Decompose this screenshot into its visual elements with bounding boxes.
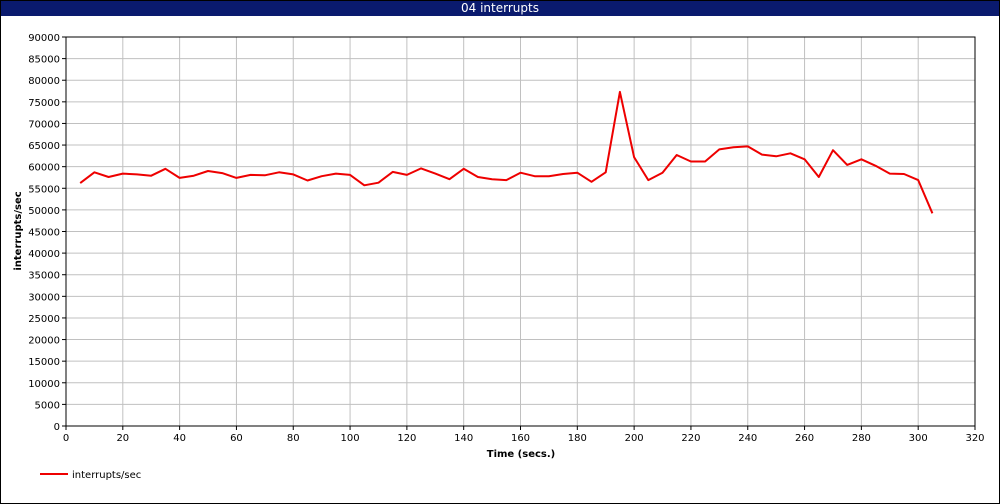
x-tick-label: 100 xyxy=(341,433,360,444)
x-tick-label: 240 xyxy=(738,433,757,444)
x-tick-label: 140 xyxy=(454,433,473,444)
y-tick-label: 30000 xyxy=(28,292,60,303)
y-tick-label: 55000 xyxy=(28,184,60,195)
legend: interrupts/sec xyxy=(40,470,141,481)
y-tick-label: 25000 xyxy=(28,314,60,325)
x-tick-label: 80 xyxy=(287,433,300,444)
x-tick-label: 0 xyxy=(63,433,69,444)
y-tick-label: 0 xyxy=(54,422,60,433)
y-tick-label: 35000 xyxy=(28,271,60,282)
legend-label: interrupts/sec xyxy=(72,470,141,481)
x-tick-label: 220 xyxy=(681,433,700,444)
x-tick-label: 40 xyxy=(173,433,186,444)
x-tick-label: 60 xyxy=(230,433,243,444)
x-tick-label: 20 xyxy=(116,433,129,444)
y-tick-label: 50000 xyxy=(28,206,60,217)
x-tick-label: 280 xyxy=(852,433,871,444)
chart-window: 04 interrupts 0 20 40 60 80 100 120 140 160 180 20… xyxy=(0,0,1000,504)
chart-canvas: 0 20 40 60 80 100 120 140 160 180 200 220 240 260 280 3… xyxy=(13,33,985,481)
x-axis-label: Time (secs.) xyxy=(487,449,556,460)
y-tick-label: 20000 xyxy=(28,336,60,347)
y-tick-label: 75000 xyxy=(28,98,60,109)
y-tick-label: 40000 xyxy=(28,249,60,260)
y-tick-label: 70000 xyxy=(28,119,60,130)
x-tick-label: 200 xyxy=(625,433,644,444)
x-tick-label: 300 xyxy=(909,433,928,444)
y-tick-label: 5000 xyxy=(35,400,60,411)
x-tick-label: 260 xyxy=(795,433,814,444)
y-tick-label: 90000 xyxy=(28,33,60,44)
x-tick-label: 180 xyxy=(568,433,587,444)
y-tick-label: 10000 xyxy=(28,379,60,390)
y-tick-label: 85000 xyxy=(28,55,60,66)
y-tick-label: 45000 xyxy=(28,228,60,239)
y-tick-label: 80000 xyxy=(28,76,60,87)
x-tick-label: 320 xyxy=(965,433,984,444)
x-tick-label: 120 xyxy=(397,433,416,444)
x-tick-label: 160 xyxy=(511,433,530,444)
y-axis-label: interrupts/sec xyxy=(13,191,24,270)
y-tick-label: 15000 xyxy=(28,357,60,368)
y-tick-label: 60000 xyxy=(28,163,60,174)
y-tick-label: 65000 xyxy=(28,141,60,152)
